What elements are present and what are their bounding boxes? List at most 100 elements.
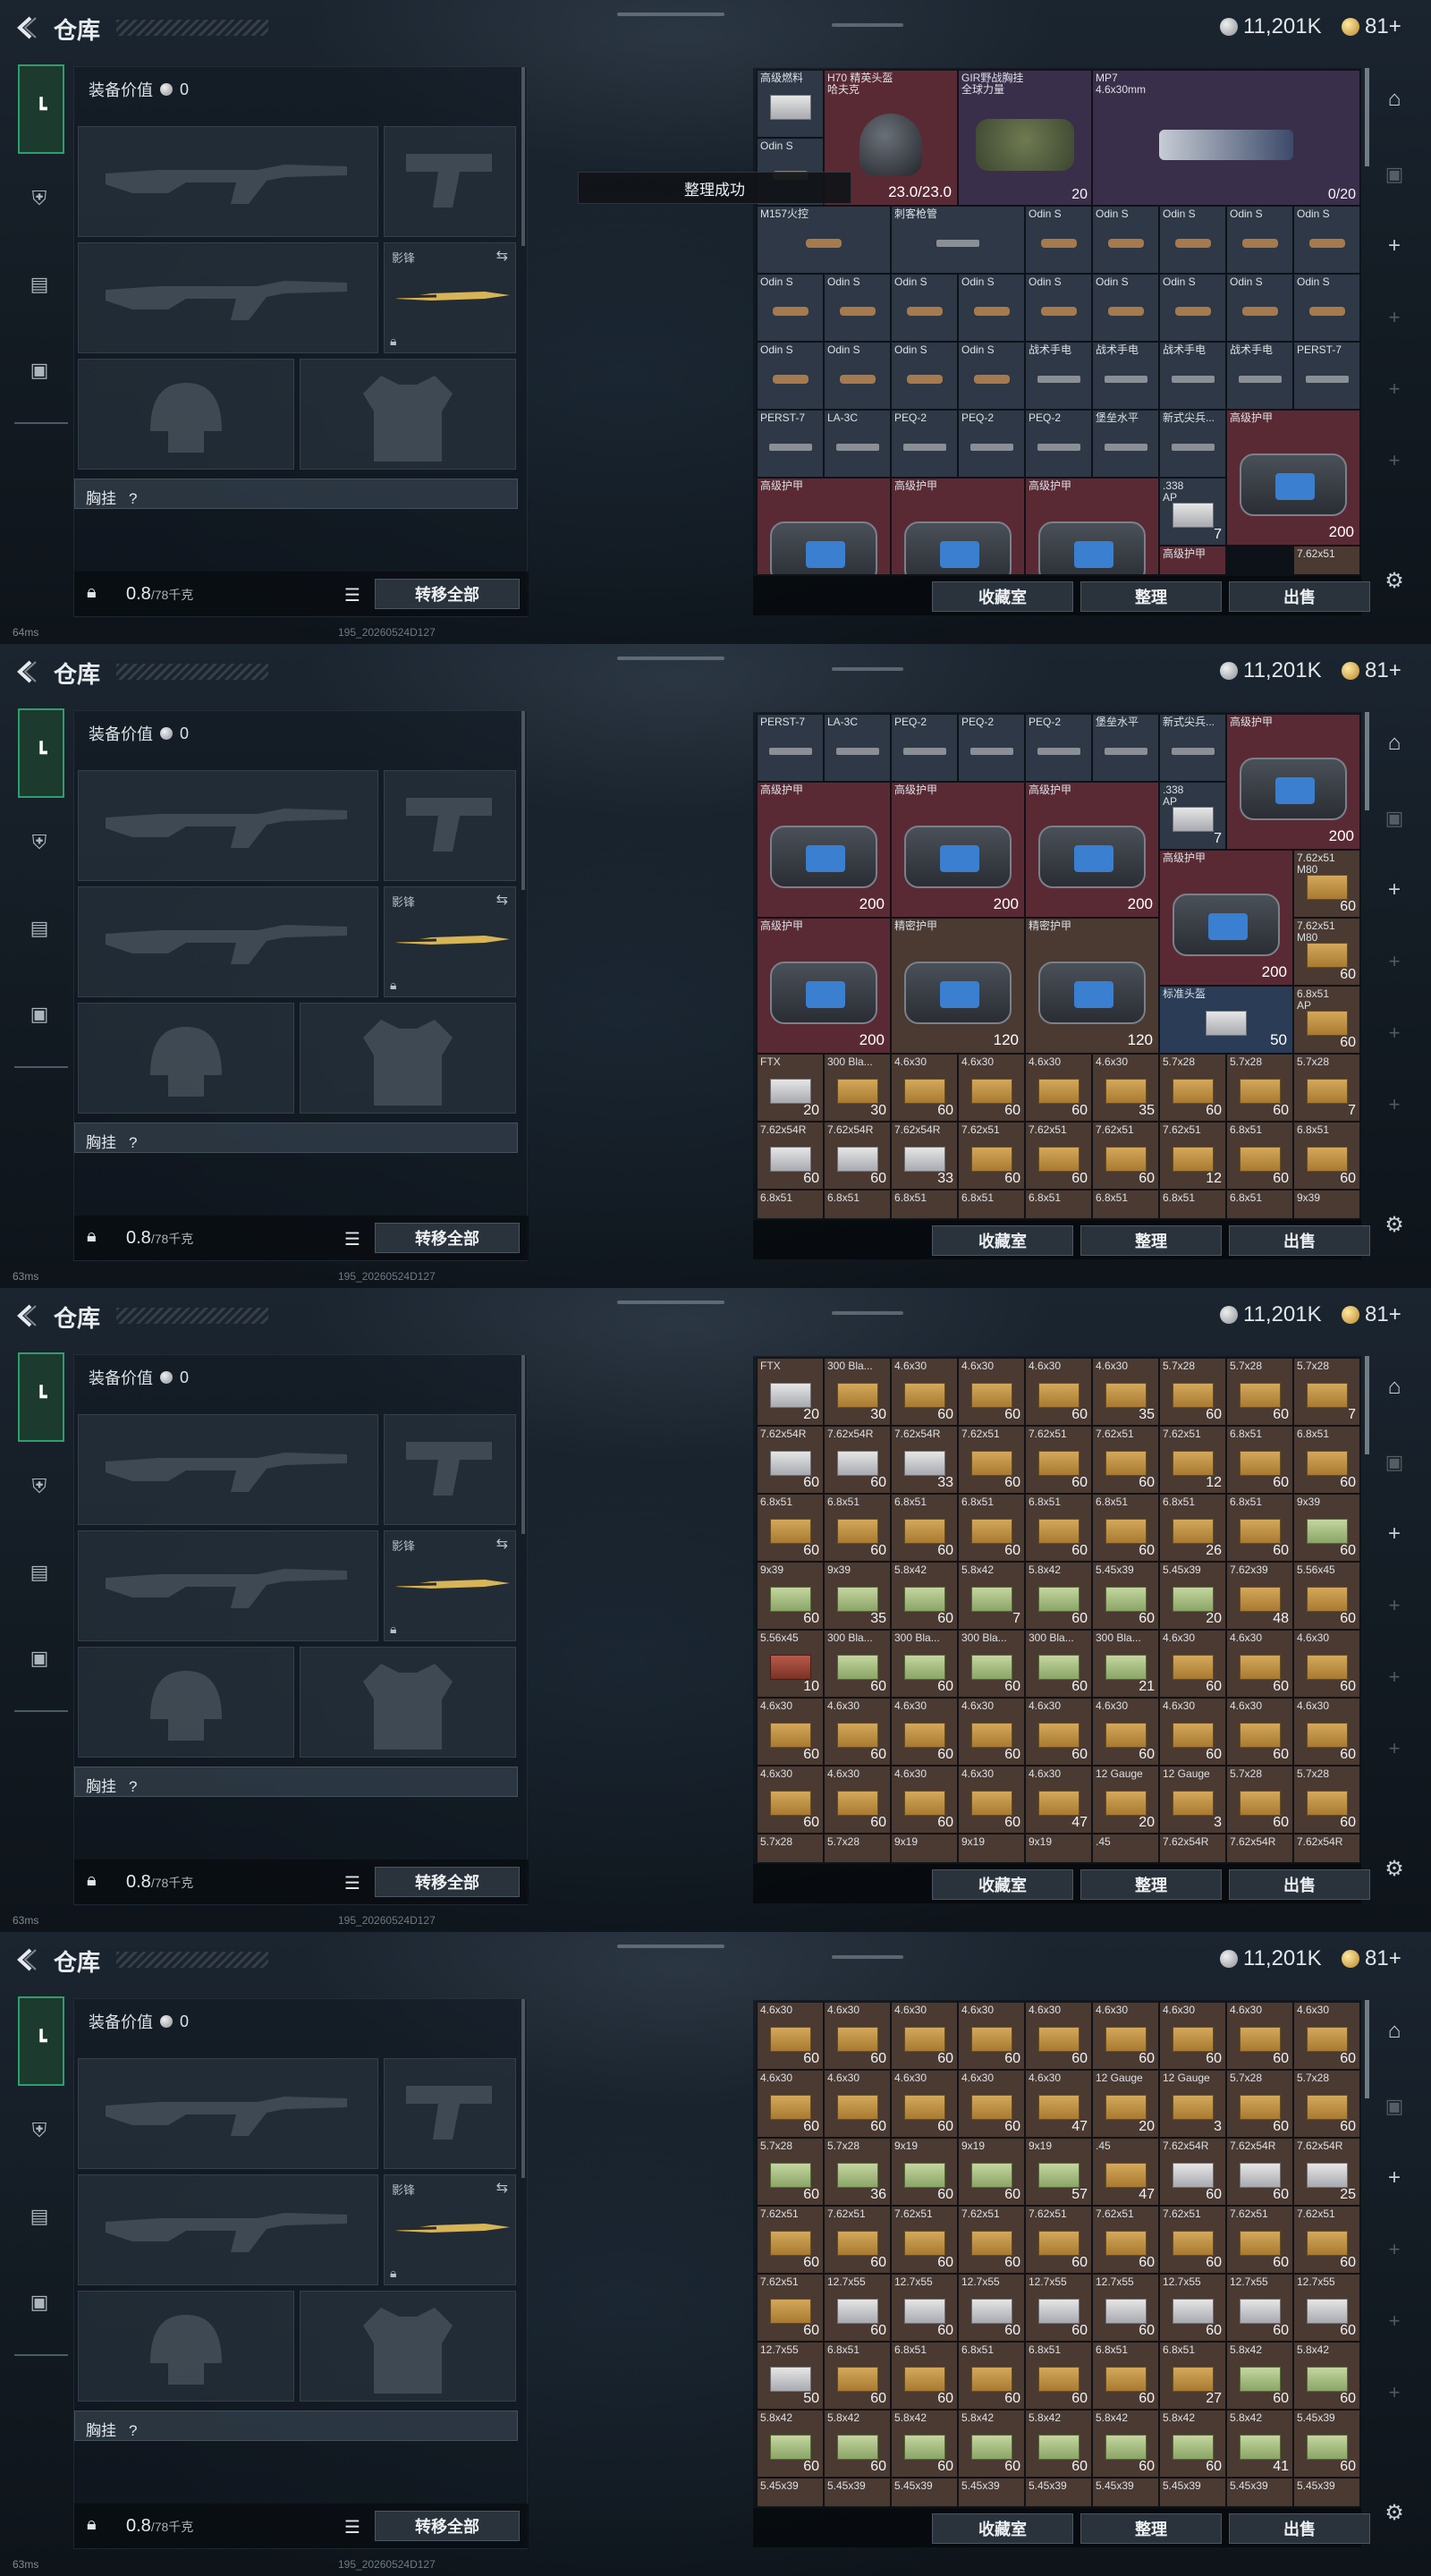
inventory-item[interactable]: 4.6x30 60 <box>1226 1698 1293 1766</box>
storage-home-icon[interactable]: ⌂ <box>1377 2014 1411 2048</box>
inventory-item[interactable]: 4.6x30 60 <box>958 1698 1025 1766</box>
inventory-item[interactable]: 精密护甲 120 <box>891 918 1025 1054</box>
inventory-item[interactable]: 12 Gauge 20 <box>1092 2070 1159 2138</box>
inventory-item[interactable]: 5.8x42 60 <box>958 2410 1025 2478</box>
pistol-slot[interactable] <box>384 1414 516 1525</box>
inventory-item[interactable]: 4.6x30 60 <box>757 2070 824 2138</box>
inventory-item[interactable]: 5.8x42 60 <box>757 2410 824 2478</box>
inventory-item[interactable]: 5.7x28 60 <box>1159 1054 1226 1122</box>
inventory-item[interactable]: 5.7x28 60 <box>1226 1766 1293 1834</box>
vest-tab-icon[interactable]: ▤ <box>18 2195 61 2238</box>
inventory-item[interactable]: 5.8x42 60 <box>1025 2410 1092 2478</box>
inventory-item[interactable]: PEQ-2 <box>891 410 958 478</box>
inventory-item[interactable]: Odin S <box>1025 206 1092 274</box>
inventory-item[interactable]: 高级护甲 <box>1025 478 1159 574</box>
sort-button[interactable]: 整理 <box>1080 581 1222 612</box>
inventory-item[interactable]: 高级护甲 200 <box>757 782 891 918</box>
warehouse-scrollbar[interactable] <box>1365 68 1369 166</box>
add-page-icon[interactable]: + <box>1377 229 1411 263</box>
inventory-item[interactable]: 5.45x39 <box>757 2478 824 2506</box>
secondary-weapon-slot[interactable] <box>78 242 378 353</box>
inventory-item[interactable]: PERST-7 <box>757 410 824 478</box>
swap-icon[interactable]: ⇆ <box>496 1535 508 1553</box>
inventory-item[interactable]: 7.62x51 60 <box>824 2206 891 2274</box>
inventory-item[interactable]: 7.62x54R 33 <box>891 1122 958 1190</box>
inventory-item[interactable]: 5.7x28 <box>824 1834 891 1862</box>
inventory-item[interactable]: 5.45x39 <box>1159 2478 1226 2506</box>
backpack-tab-icon[interactable]: ▣ <box>18 349 61 392</box>
helmet-slot[interactable] <box>78 2291 294 2402</box>
inventory-item[interactable]: PERST-7 <box>757 714 824 782</box>
inventory-item[interactable]: 高级护甲 <box>891 478 1025 574</box>
inventory-item[interactable]: 4.6x30 60 <box>891 2002 958 2070</box>
inventory-item[interactable]: 5.8x42 7 <box>958 1562 1025 1630</box>
inventory-item[interactable]: PEQ-2 <box>1025 714 1092 782</box>
inventory-item[interactable]: FTX 20 <box>757 1054 824 1122</box>
inventory-item[interactable]: 战术手电 <box>1092 342 1159 410</box>
inventory-item[interactable]: 300 Bla... 21 <box>1092 1630 1159 1698</box>
inventory-item[interactable]: 4.6x30 35 <box>1092 1054 1159 1122</box>
chest-rig-row[interactable]: 胸挂? <box>74 2411 518 2441</box>
inventory-item[interactable]: 4.6x30 47 <box>1025 1766 1092 1834</box>
transfer-all-button[interactable]: 转移全部 <box>375 2511 520 2541</box>
inventory-item[interactable]: 7.62x54R 60 <box>1226 2138 1293 2206</box>
inventory-item[interactable]: 7.62x51 12 <box>1159 1122 1226 1190</box>
pistol-slot[interactable] <box>384 2058 516 2169</box>
inventory-item[interactable]: 高级护甲 200 <box>1226 714 1360 850</box>
inventory-item[interactable]: 300 Bla... 60 <box>891 1630 958 1698</box>
inventory-item[interactable]: 7.62x54R 25 <box>1293 2138 1360 2206</box>
inventory-item[interactable]: Odin S <box>757 274 824 342</box>
inventory-item[interactable]: 5.8x42 60 <box>1025 1562 1092 1630</box>
warehouse-scrollbar[interactable] <box>1365 1356 1369 1454</box>
armor-tab-icon[interactable]: ⛨ <box>18 177 61 220</box>
inventory-item[interactable]: 5.8x42 60 <box>1226 2342 1293 2410</box>
inventory-item[interactable]: 5.45x39 <box>1025 2478 1092 2506</box>
inventory-item[interactable]: 6.8x51 26 <box>1159 1494 1226 1562</box>
gun-tab-icon[interactable]: ┗ <box>18 1996 64 2086</box>
chest-rig-row[interactable]: 胸挂? <box>74 479 518 509</box>
inventory-item[interactable]: 4.6x30 60 <box>958 1766 1025 1834</box>
equipment-scrollbar[interactable] <box>521 1999 525 2178</box>
sort-button[interactable]: 整理 <box>1080 1225 1222 1256</box>
equipment-scrollbar[interactable] <box>521 1355 525 1534</box>
storage-home-icon[interactable]: ⌂ <box>1377 82 1411 116</box>
inventory-item[interactable]: 5.7x28 7 <box>1293 1358 1360 1426</box>
inventory-item[interactable]: 4.6x30 60 <box>1159 1630 1226 1698</box>
inventory-item[interactable]: 12.7x55 60 <box>1226 2274 1293 2342</box>
inventory-item[interactable]: Odin S <box>757 342 824 410</box>
inventory-item[interactable]: .45 <box>1092 1834 1159 1862</box>
collection-room-button[interactable]: 收藏室 <box>932 581 1073 612</box>
inventory-item[interactable]: 6.8x51 60 <box>1092 1494 1159 1562</box>
inventory-item[interactable]: 4.6x30 60 <box>824 1698 891 1766</box>
gun-tab-icon[interactable]: ┗ <box>18 1352 64 1442</box>
inventory-item[interactable]: 4.6x30 60 <box>891 2070 958 2138</box>
inventory-item[interactable]: Odin S <box>1293 206 1360 274</box>
inventory-item[interactable]: 4.6x30 60 <box>1025 2002 1092 2070</box>
inventory-item[interactable]: 4.6x30 60 <box>891 1766 958 1834</box>
page-add-faint-icon[interactable]: + <box>1377 1732 1411 1766</box>
inventory-item[interactable]: 6.8x51 <box>1092 1190 1159 1218</box>
inventory-item[interactable]: 9x39 60 <box>1293 1494 1360 1562</box>
inventory-item[interactable]: 12.7x55 60 <box>824 2274 891 2342</box>
sell-button[interactable]: 出售 <box>1229 1225 1370 1256</box>
inventory-item[interactable]: 5.45x39 <box>824 2478 891 2506</box>
inventory-item[interactable]: .45 47 <box>1092 2138 1159 2206</box>
melee-slot[interactable]: 影锋 ⇆ 🔒︎ <box>384 2174 516 2285</box>
inventory-item[interactable]: 6.8x51 60 <box>757 1494 824 1562</box>
page-add-faint-icon[interactable]: + <box>1377 1088 1411 1122</box>
inventory-item[interactable]: 4.6x30 47 <box>1025 2070 1092 2138</box>
inventory-item[interactable]: 5.8x42 41 <box>1226 2410 1293 2478</box>
inventory-item[interactable]: GIR野战胸挂 全球力量 20 <box>958 70 1092 206</box>
inventory-item[interactable]: 高级护甲 200 <box>1025 782 1159 918</box>
helmet-slot[interactable] <box>78 1647 294 1758</box>
inventory-item[interactable]: 4.6x30 60 <box>958 2002 1025 2070</box>
page-add-faint-icon[interactable]: + <box>1377 945 1411 979</box>
inventory-item[interactable]: MP7 4.6x30mm 0/20 <box>1092 70 1360 206</box>
body-armor-slot[interactable] <box>300 359 516 470</box>
inventory-item[interactable]: Odin S <box>891 342 958 410</box>
primary-weapon-slot[interactable] <box>78 1414 378 1525</box>
inventory-item[interactable]: 6.8x51 60 <box>1226 1122 1293 1190</box>
inventory-item[interactable]: 高级护甲 200 <box>1159 850 1293 986</box>
inventory-item[interactable]: 5.8x42 60 <box>1293 2342 1360 2410</box>
inventory-item[interactable]: 战术手电 <box>1226 342 1293 410</box>
